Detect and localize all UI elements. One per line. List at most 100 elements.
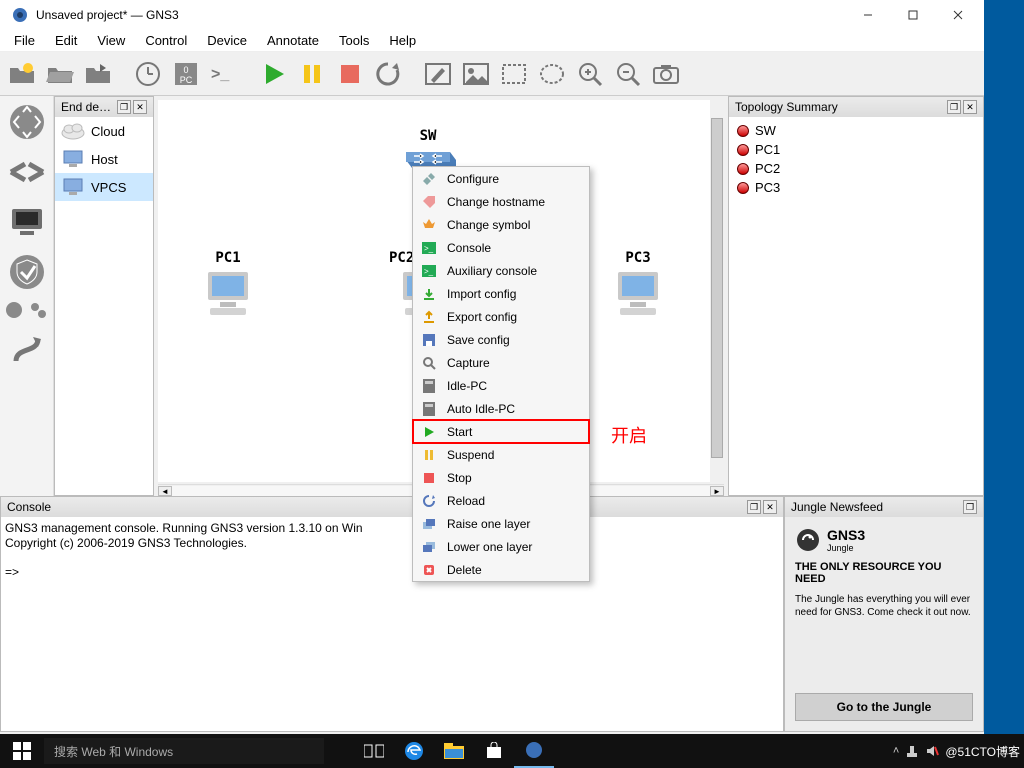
console-tool-icon[interactable]: >_ xyxy=(206,56,242,92)
edge-icon[interactable] xyxy=(394,734,434,768)
save-project-icon[interactable] xyxy=(80,56,116,92)
network-tray-icon[interactable] xyxy=(905,744,919,758)
store-icon[interactable] xyxy=(474,734,514,768)
reload-all-icon[interactable] xyxy=(370,56,406,92)
new-project-icon[interactable] xyxy=(4,56,40,92)
delete-icon xyxy=(421,562,437,578)
panel-undock-icon[interactable]: ❐ xyxy=(947,100,961,114)
node-pc3[interactable]: PC3 xyxy=(598,250,678,320)
play-icon xyxy=(421,424,437,440)
close-button[interactable] xyxy=(935,0,980,30)
system-tray[interactable]: ˄ @51CTO博客 xyxy=(893,743,1024,760)
draw-ellipse-icon[interactable] xyxy=(534,56,570,92)
ctx-start[interactable]: Start xyxy=(413,420,589,443)
menu-device[interactable]: Device xyxy=(199,31,255,50)
go-to-jungle-button[interactable]: Go to the Jungle xyxy=(795,693,973,721)
ctx-delete[interactable]: Delete xyxy=(413,558,589,581)
routers-category-icon[interactable] xyxy=(5,100,49,144)
ctx-auto-idle-pc[interactable]: Auto Idle-PC xyxy=(413,397,589,420)
status-dot-icon xyxy=(737,125,749,137)
panel-undock-icon[interactable]: ❐ xyxy=(747,500,761,514)
tag-icon xyxy=(421,194,437,210)
taskbar-search[interactable]: 搜索 Web 和 Windows xyxy=(44,738,324,764)
menu-view[interactable]: View xyxy=(89,31,133,50)
watermark-text: @51CTO博客 xyxy=(945,743,1020,760)
insert-image-icon[interactable] xyxy=(458,56,494,92)
node-context-menu: Configure Change hostname Change symbol … xyxy=(412,166,590,582)
play-all-icon[interactable] xyxy=(256,56,292,92)
annotate-text-icon[interactable] xyxy=(420,56,456,92)
switches-category-icon[interactable] xyxy=(5,150,49,194)
screenshot-icon[interactable] xyxy=(648,56,684,92)
ctx-stop[interactable]: Stop xyxy=(413,466,589,489)
menu-annotate[interactable]: Annotate xyxy=(259,31,327,50)
task-view-icon[interactable] xyxy=(354,734,394,768)
ctx-save-config[interactable]: Save config xyxy=(413,328,589,351)
ctx-reload[interactable]: Reload xyxy=(413,489,589,512)
gns3-taskbar-icon[interactable] xyxy=(514,734,554,768)
start-button[interactable] xyxy=(0,734,44,768)
main-toolbar: 0PC >_ xyxy=(0,52,984,96)
menu-edit[interactable]: Edit xyxy=(47,31,85,50)
svg-text:0: 0 xyxy=(183,65,188,75)
volume-tray-icon[interactable] xyxy=(925,744,939,758)
topology-item-pc2[interactable]: PC2 xyxy=(733,159,979,178)
tray-chevron-icon[interactable]: ˄ xyxy=(893,745,899,757)
ctx-export-config[interactable]: Export config xyxy=(413,305,589,328)
ctx-raise-layer[interactable]: Raise one layer xyxy=(413,512,589,535)
pause-all-icon[interactable] xyxy=(294,56,330,92)
enddevices-category-icon[interactable] xyxy=(5,200,49,244)
save-icon xyxy=(421,332,437,348)
ctx-aux-console[interactable]: >_Auxiliary console xyxy=(413,259,589,282)
draw-rect-icon[interactable] xyxy=(496,56,532,92)
node-pc1[interactable]: PC1 xyxy=(188,250,268,320)
topology-item-sw[interactable]: SW xyxy=(733,121,979,140)
zoom-in-icon[interactable] xyxy=(572,56,608,92)
open-project-icon[interactable] xyxy=(42,56,78,92)
pause-icon xyxy=(421,447,437,463)
topology-summary-panel: Topology Summary ❐ ✕ SW PC1 PC2 PC3 xyxy=(728,96,984,496)
ctx-console[interactable]: >_Console xyxy=(413,236,589,259)
ctx-suspend[interactable]: Suspend xyxy=(413,443,589,466)
clock-icon[interactable] xyxy=(130,56,166,92)
add-link-small-icon[interactable] xyxy=(28,300,50,322)
ctx-capture[interactable]: Capture xyxy=(413,351,589,374)
status-dot-icon xyxy=(737,163,749,175)
minimize-button[interactable] xyxy=(845,0,890,30)
zoom-out-icon[interactable] xyxy=(610,56,646,92)
ctx-import-config[interactable]: Import config xyxy=(413,282,589,305)
ctx-change-symbol[interactable]: Change symbol xyxy=(413,213,589,236)
add-link-icon[interactable] xyxy=(5,328,49,372)
ctx-idle-pc[interactable]: Idle-PC xyxy=(413,374,589,397)
device-template-vpcs[interactable]: VPCS xyxy=(55,173,153,201)
device-template-cloud[interactable]: Cloud xyxy=(55,117,153,145)
ctx-configure[interactable]: Configure xyxy=(413,167,589,190)
panel-undock-icon[interactable]: ❐ xyxy=(963,500,977,514)
menu-control[interactable]: Control xyxy=(137,31,195,50)
menu-tools[interactable]: Tools xyxy=(331,31,377,50)
ctx-lower-layer[interactable]: Lower one layer xyxy=(413,535,589,558)
newsfeed-panel: Jungle Newsfeed ❐ GNS3Jungle THE ONLY RE… xyxy=(784,496,984,732)
panel-close-icon[interactable]: ✕ xyxy=(133,100,147,114)
all-devices-icon[interactable] xyxy=(4,300,26,322)
maximize-button[interactable] xyxy=(890,0,935,30)
panel-undock-icon[interactable]: ❐ xyxy=(117,100,131,114)
console-output[interactable]: GNS3 management console. Running GNS3 ve… xyxy=(1,517,783,731)
svg-text:>_: >_ xyxy=(211,66,230,83)
canvas-vscroll[interactable] xyxy=(710,100,724,482)
device-template-host[interactable]: Host xyxy=(55,145,153,173)
topology-item-pc1[interactable]: PC1 xyxy=(733,140,979,159)
panel-close-icon[interactable]: ✕ xyxy=(963,100,977,114)
stop-all-icon[interactable] xyxy=(332,56,368,92)
menu-file[interactable]: File xyxy=(6,31,43,50)
topology-item-pc3[interactable]: PC3 xyxy=(733,178,979,197)
raise-icon xyxy=(421,516,437,532)
explorer-icon[interactable] xyxy=(434,734,474,768)
calc-icon xyxy=(421,401,437,417)
ctx-change-hostname[interactable]: Change hostname xyxy=(413,190,589,213)
topology-summary-title: Topology Summary xyxy=(735,100,838,114)
panel-close-icon[interactable]: ✕ xyxy=(763,500,777,514)
vpcs-tool-icon[interactable]: 0PC xyxy=(168,56,204,92)
security-category-icon[interactable] xyxy=(5,250,49,294)
menu-help[interactable]: Help xyxy=(381,31,424,50)
